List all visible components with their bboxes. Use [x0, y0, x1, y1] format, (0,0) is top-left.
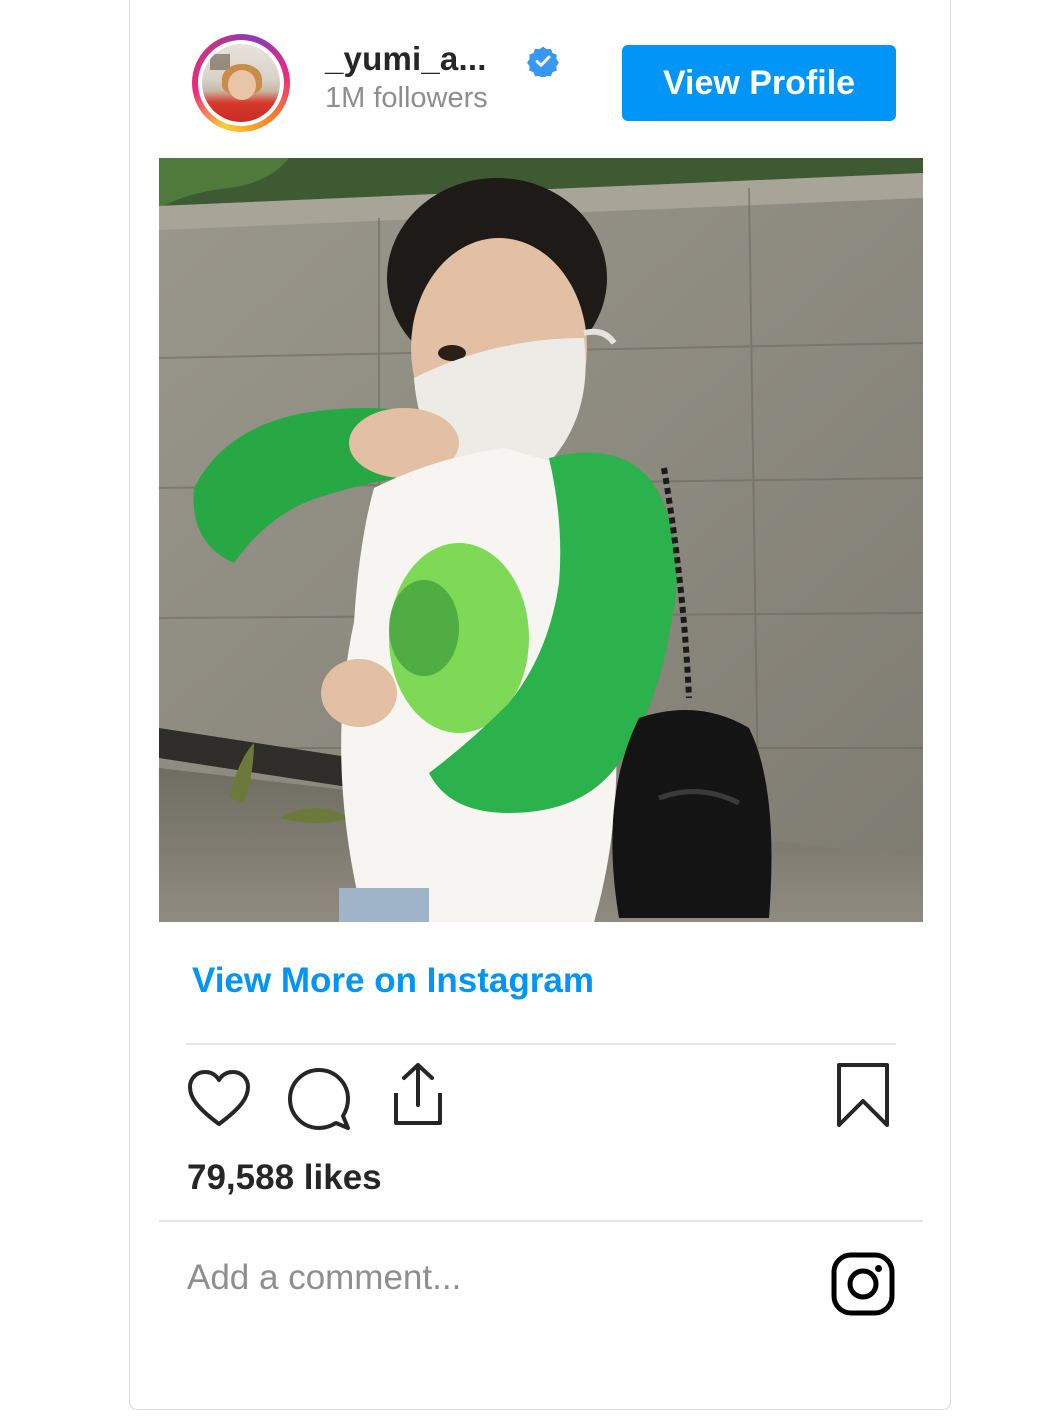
- post-photo: [159, 158, 923, 922]
- divider: [186, 1043, 896, 1045]
- heart-icon[interactable]: [186, 1069, 252, 1129]
- follower-count: 1M followers: [325, 82, 488, 114]
- avatar[interactable]: [202, 44, 280, 122]
- avatar-ring[interactable]: [192, 34, 290, 132]
- action-bar: [130, 1061, 950, 1136]
- view-profile-button[interactable]: View Profile: [622, 45, 896, 121]
- like-count: 79,588 likes: [187, 1158, 382, 1197]
- view-more-link[interactable]: View More on Instagram: [192, 961, 594, 1001]
- bookmark-icon[interactable]: [835, 1061, 891, 1129]
- username[interactable]: _yumi_a...: [325, 40, 487, 78]
- divider: [159, 1220, 923, 1222]
- comment-input[interactable]: Add a comment...: [187, 1258, 461, 1298]
- post-header: _yumi_a... 1M followers View Profile: [130, 0, 950, 143]
- verified-badge-icon: [527, 46, 559, 77]
- instagram-logo-icon[interactable]: [830, 1251, 896, 1317]
- share-icon[interactable]: [386, 1061, 450, 1129]
- instagram-embed-card: _yumi_a... 1M followers View Profile Vie…: [129, 0, 951, 1410]
- comment-icon[interactable]: [286, 1066, 352, 1132]
- post-image[interactable]: [159, 158, 923, 922]
